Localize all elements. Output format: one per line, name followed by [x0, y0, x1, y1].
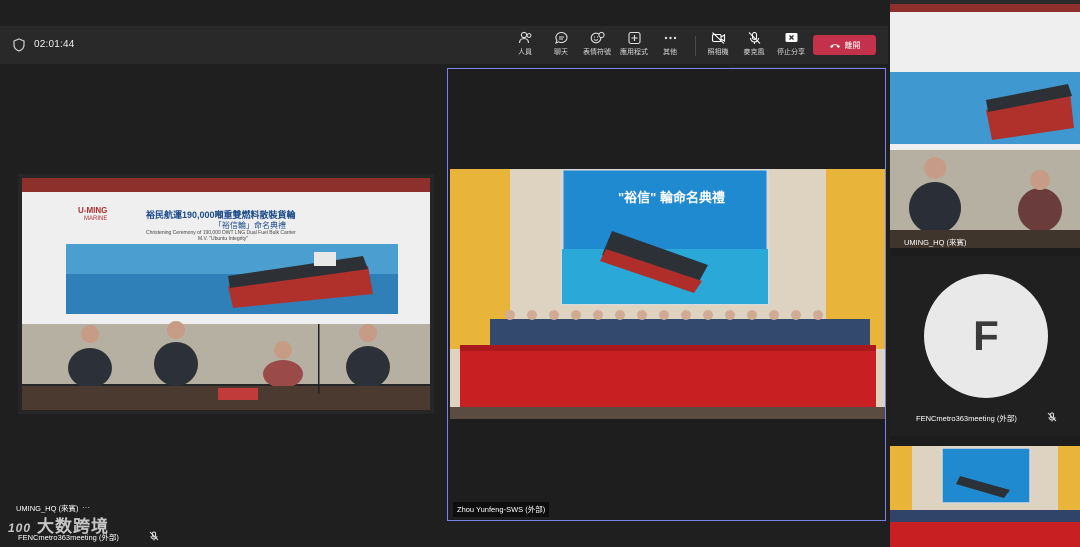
- participant-name-zhou-yunfeng: Zhou Yunfeng-SWS (外部): [453, 502, 550, 517]
- people-button[interactable]: 人員: [507, 31, 543, 61]
- more-options-icon[interactable]: ···: [82, 503, 90, 512]
- more-button[interactable]: 其他: [652, 31, 688, 61]
- camera-off-icon: [711, 32, 725, 44]
- leave-button[interactable]: 離開: [813, 35, 876, 55]
- banner-english-2: M.V. "Ubuntu Integrity": [198, 236, 249, 242]
- mic-button[interactable]: 麥克風: [736, 31, 772, 61]
- leave-label: 離開: [844, 40, 861, 50]
- reactions-button[interactable]: 表情符號: [579, 31, 615, 61]
- conference-room-thumbnail: [890, 0, 1080, 248]
- add-app-icon: [627, 31, 641, 45]
- participant-tile-ceremony-thumb[interactable]: [890, 446, 1080, 547]
- mic-off-icon: [748, 31, 760, 44]
- watermark: 100 大数跨境: [8, 512, 109, 537]
- hang-up-icon: [829, 44, 840, 48]
- people-label: 人員: [518, 49, 532, 56]
- toolbar-divider: [695, 36, 696, 56]
- stop-share-button[interactable]: 停止分享: [773, 31, 809, 61]
- brand-name: U-MING: [78, 206, 108, 215]
- people-icon: [518, 31, 531, 44]
- camera-button[interactable]: 照相機: [700, 31, 736, 61]
- apps-label: 應用程式: [620, 49, 648, 56]
- screen-title: "裕信" 輪命名典禮: [618, 190, 725, 205]
- meeting-toolbar: 02:01:44 人員 聊天 表情符號 應用程式 其他 照相機 麥克風 停止分享…: [0, 26, 888, 64]
- chat-label: 聊天: [554, 49, 568, 56]
- smiley-icon: [590, 31, 605, 44]
- shield-icon: [13, 38, 25, 52]
- stop-share-icon: [785, 33, 797, 42]
- teams-meeting-window: 02:01:44 人員 聊天 表情符號 應用程式 其他 照相機 麥克風 停止分享…: [0, 0, 1080, 547]
- participant-tile-uming-hq[interactable]: U-MING MARINE 裕民航運190,000噸重雙燃料散裝貨輪 「裕信輪」…: [18, 174, 434, 414]
- participant-tile-zhou-yunfeng[interactable]: "裕信" 輪命名典禮: [447, 68, 886, 521]
- more-dots-icon: [664, 36, 676, 40]
- ceremony-hall-thumbnail: [890, 446, 1080, 547]
- mic-muted-icon: [1047, 412, 1057, 422]
- camera-label: 照相機: [707, 49, 729, 56]
- participant-gallery: UMING_HQ (來賓) F FENCmetro363meeting (外部): [890, 0, 1080, 547]
- watermark-logo: 100: [8, 521, 32, 535]
- apps-button[interactable]: 應用程式: [616, 31, 652, 61]
- mic-muted-icon: [149, 531, 159, 541]
- chat-icon: [554, 31, 568, 45]
- more-label: 其他: [663, 49, 677, 56]
- stop-share-label: 停止分享: [777, 49, 805, 56]
- mic-label: 麥克風: [743, 49, 765, 56]
- chat-button[interactable]: 聊天: [543, 31, 579, 61]
- participant-name-uming-hq-thumb: UMING_HQ (來賓): [904, 238, 967, 247]
- avatar: F: [924, 274, 1048, 398]
- participant-tile-fenc-metro[interactable]: F: [890, 256, 1080, 436]
- participant-tile-uming-hq-thumb[interactable]: [890, 0, 1080, 248]
- reactions-label: 表情符號: [583, 49, 611, 56]
- meeting-timer: 02:01:44: [34, 39, 75, 50]
- brand-sub: MARINE: [84, 216, 108, 222]
- participant-name-fenc-metro: FENCmetro363meeting (外部): [916, 414, 1017, 423]
- watermark-text: 大数跨境: [37, 517, 110, 536]
- ceremony-hall-video: [450, 169, 885, 419]
